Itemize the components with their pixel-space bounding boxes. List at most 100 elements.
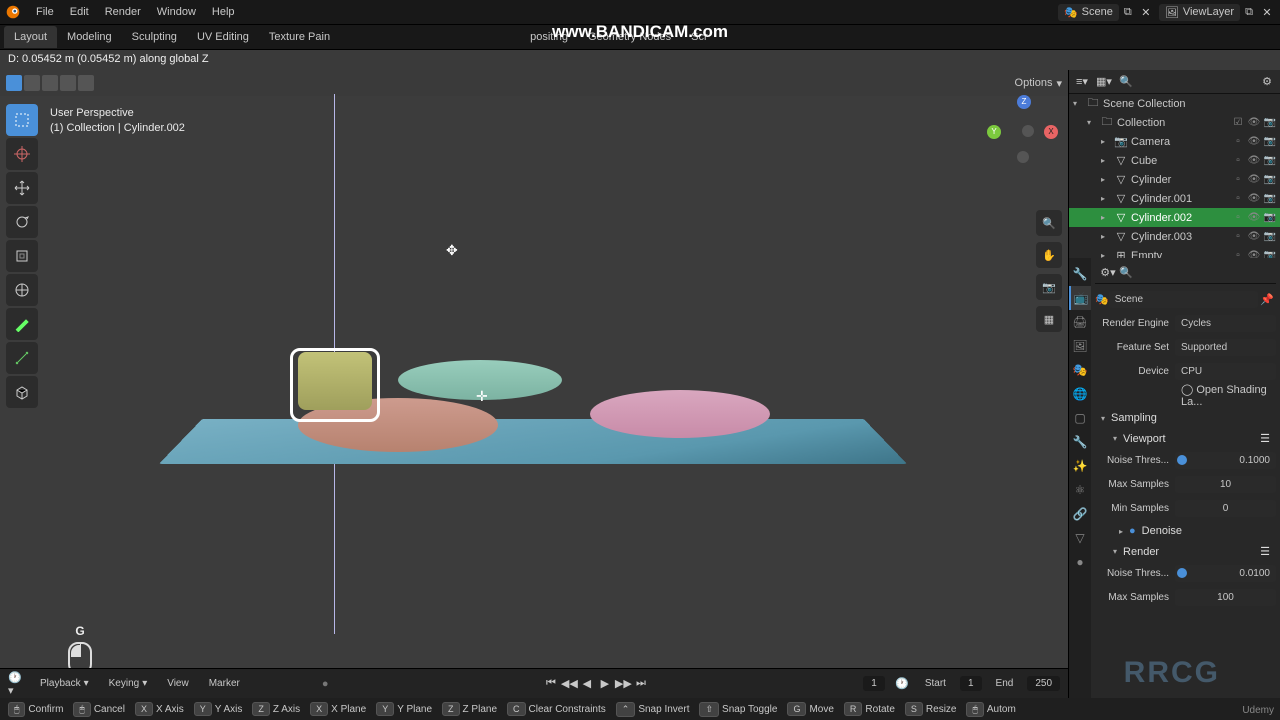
outliner-item-cylinder[interactable]: ▸ ▽ Cylinder ▫👁📷: [1069, 170, 1280, 189]
collection-icon: 🗀: [1099, 113, 1115, 132]
eye-icon[interactable]: 👁: [1247, 193, 1261, 204]
hint-clear-constraints: CClear Constraints: [503, 702, 610, 716]
eye-icon[interactable]: 👁: [1247, 212, 1261, 223]
prop-tab-data[interactable]: ▽: [1069, 526, 1091, 550]
prop-tab-render[interactable]: 📺: [1069, 286, 1091, 310]
list-icon[interactable]: ☰: [1260, 432, 1270, 445]
mesh-icon: ▽: [1113, 230, 1129, 243]
tab-layout[interactable]: Layout: [4, 26, 57, 48]
prop-tab-material[interactable]: ●: [1069, 550, 1091, 574]
tab-texture-paint[interactable]: Texture Pain: [259, 26, 340, 48]
outliner-item-cylinder-002[interactable]: ▸ ▽ Cylinder.002 ▫👁📷: [1069, 208, 1280, 227]
menu-file[interactable]: File: [28, 2, 62, 22]
viewlayer-selector[interactable]: 🖼 ViewLayer: [1159, 4, 1240, 21]
timeline-playback[interactable]: Playback▾: [34, 676, 95, 691]
prop-tab-particle[interactable]: ✨: [1069, 454, 1091, 478]
collection-toggle-icon[interactable]: ☑: [1231, 117, 1245, 128]
eye-icon[interactable]: 👁: [1247, 174, 1261, 185]
noise-thres-vp-slider[interactable]: 0.1000: [1175, 452, 1276, 469]
noise-thres-render-slider[interactable]: 0.0100: [1175, 565, 1276, 582]
pin-icon[interactable]: 📌: [1258, 290, 1276, 308]
render-engine-label: Render Engine: [1095, 318, 1175, 329]
close-scene-icon[interactable]: ✕: [1137, 3, 1155, 21]
start-frame[interactable]: 1: [960, 676, 982, 691]
blender-logo-icon: [4, 3, 22, 21]
menu-help[interactable]: Help: [204, 2, 243, 22]
tab-uv-editing[interactable]: UV Editing: [187, 26, 259, 48]
next-keyframe-icon[interactable]: ▶▶: [615, 677, 631, 690]
list-icon[interactable]: ☰: [1260, 545, 1270, 558]
max-samples-vp-field[interactable]: 10: [1175, 476, 1276, 493]
hint-y-axis: YY Axis: [190, 702, 247, 716]
outliner-item-cylinder-001[interactable]: ▸ ▽ Cylinder.001 ▫👁📷: [1069, 189, 1280, 208]
scene-name-field[interactable]: Scene: [1109, 291, 1258, 308]
play-icon[interactable]: ▶: [597, 677, 613, 690]
clock-icon[interactable]: 🕐: [893, 675, 911, 693]
jump-end-icon[interactable]: ⏭: [633, 677, 649, 690]
eye-icon[interactable]: 👁: [1247, 117, 1261, 128]
hint-resize: SResize: [901, 702, 961, 716]
end-frame[interactable]: 250: [1027, 676, 1060, 691]
search-icon[interactable]: 🔍: [1117, 264, 1135, 282]
timeline-view[interactable]: View: [161, 676, 195, 691]
prop-tab-object[interactable]: ▢: [1069, 406, 1091, 430]
search-icon[interactable]: 🔍: [1117, 73, 1135, 91]
prev-keyframe-icon[interactable]: ◀◀: [561, 677, 577, 690]
close-viewlayer-icon[interactable]: ✕: [1258, 3, 1276, 21]
eye-icon[interactable]: 👁: [1247, 136, 1261, 147]
viewport-subsection[interactable]: ▾Viewport☰: [1095, 428, 1276, 449]
filter-icon[interactable]: ⚙: [1258, 73, 1276, 91]
noise-thres-render-label: Noise Thres...: [1095, 568, 1175, 579]
scene-selector[interactable]: 🎭 Scene: [1058, 4, 1119, 21]
outliner-scene-collection[interactable]: ▾ 🗀 Scene Collection: [1069, 94, 1280, 113]
prop-tab-output[interactable]: 🖨: [1069, 310, 1091, 334]
scene-icon: 🎭: [1064, 6, 1078, 19]
prop-tab-constraint[interactable]: 🔗: [1069, 502, 1091, 526]
osl-label: Open Shading La...: [1181, 384, 1267, 408]
prop-tab-world[interactable]: 🌐: [1069, 382, 1091, 406]
autokey-icon[interactable]: ●: [322, 678, 329, 690]
denoise-subsection[interactable]: ▸●Denoise: [1095, 521, 1276, 541]
outliner-item-camera[interactable]: ▸ 📷 Camera ▫👁📷: [1069, 132, 1280, 151]
tab-modeling[interactable]: Modeling: [57, 26, 122, 48]
device-dropdown[interactable]: CPU: [1175, 363, 1276, 380]
jump-start-icon[interactable]: ⏮: [543, 677, 559, 690]
tab-sculpting[interactable]: Sculpting: [122, 26, 187, 48]
timeline-marker[interactable]: Marker: [203, 676, 246, 691]
prop-tab-scene[interactable]: 🎭: [1069, 358, 1091, 382]
denoise-checkbox[interactable]: ●: [1129, 525, 1136, 537]
render-toggle-icon[interactable]: 📷: [1263, 117, 1277, 128]
prop-tab-viewlayer[interactable]: 🖼: [1069, 334, 1091, 358]
eye-icon[interactable]: 👁: [1247, 155, 1261, 166]
prop-tab-modifier[interactable]: 🔧: [1069, 430, 1091, 454]
editor-type-icon[interactable]: ⚙▾: [1099, 264, 1117, 282]
outliner-mode-icon[interactable]: ≡▾: [1073, 73, 1091, 91]
render-subsection[interactable]: ▾Render☰: [1095, 541, 1276, 562]
eye-icon[interactable]: 👁: [1247, 231, 1261, 242]
playback-controls: ⏮ ◀◀ ◀ ▶ ▶▶ ⏭: [543, 677, 649, 690]
outliner-collection[interactable]: ▾ 🗀 Collection ☑👁📷: [1069, 113, 1280, 132]
outliner-display-icon[interactable]: ▦▾: [1095, 73, 1113, 91]
osl-checkbox[interactable]: ◯: [1181, 384, 1193, 396]
timeline: 🕐▾ Playback▾ Keying▾ View Marker ● ⏮ ◀◀ …: [0, 668, 1068, 698]
ground-plane-object: [159, 419, 907, 464]
prop-tab-physics[interactable]: ⚛: [1069, 478, 1091, 502]
copy-scene-icon[interactable]: ⧉: [1119, 3, 1137, 21]
play-reverse-icon[interactable]: ◀: [579, 677, 595, 690]
menu-render[interactable]: Render: [97, 2, 149, 22]
timeline-keying[interactable]: Keying▾: [103, 676, 154, 691]
sampling-section[interactable]: ▾Sampling: [1095, 408, 1276, 428]
max-samples-render-field[interactable]: 100: [1175, 589, 1276, 606]
timeline-editor-icon[interactable]: 🕐▾: [8, 675, 26, 693]
outliner-item-cylinder-003[interactable]: ▸ ▽ Cylinder.003 ▫👁📷: [1069, 227, 1280, 246]
outliner-item-cube[interactable]: ▸ ▽ Cube ▫👁📷: [1069, 151, 1280, 170]
3d-viewport[interactable]: Options ▾ User Perspective (1) Collectio…: [0, 70, 1068, 698]
render-engine-dropdown[interactable]: Cycles: [1175, 315, 1276, 332]
min-samples-vp-field[interactable]: 0: [1175, 500, 1276, 517]
menu-window[interactable]: Window: [149, 2, 204, 22]
copy-viewlayer-icon[interactable]: ⧉: [1240, 3, 1258, 21]
menu-edit[interactable]: Edit: [62, 2, 97, 22]
current-frame[interactable]: 1: [863, 676, 885, 691]
prop-tab-tool[interactable]: 🔧: [1069, 262, 1091, 286]
feature-set-dropdown[interactable]: Supported: [1175, 339, 1276, 356]
